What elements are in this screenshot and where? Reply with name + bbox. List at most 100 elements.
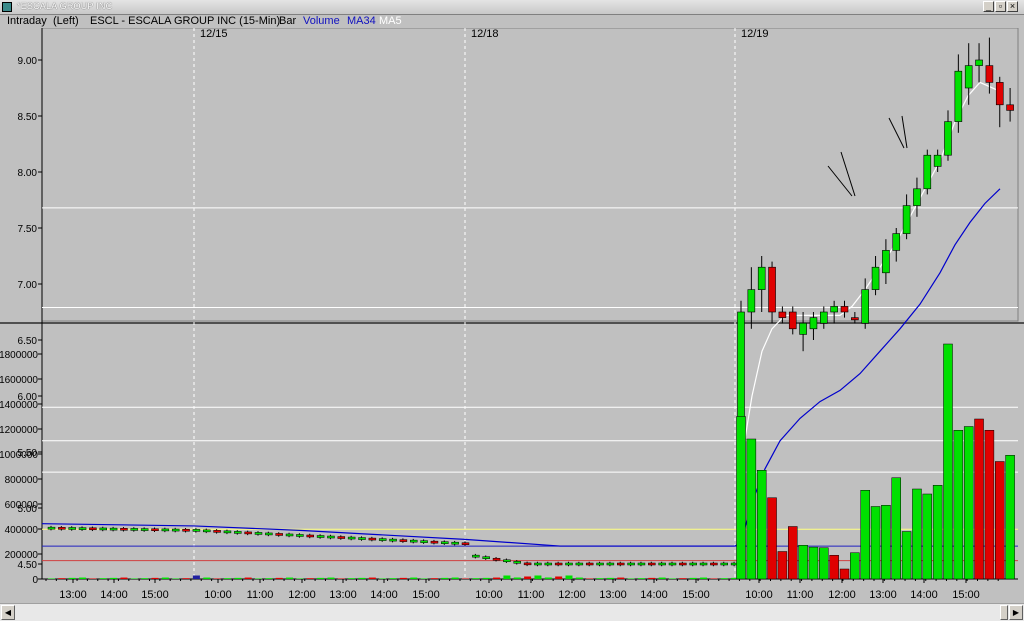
candle-body bbox=[523, 562, 532, 566]
date-label: 12/19 bbox=[741, 28, 769, 40]
scroll-left-arrow-icon[interactable]: ◀ bbox=[1, 605, 15, 620]
volume-bar bbox=[327, 577, 335, 579]
candle-body bbox=[534, 562, 542, 566]
price-tick-label: 6.50 bbox=[18, 336, 38, 347]
volume-bar bbox=[984, 430, 995, 580]
volume-bar bbox=[296, 578, 304, 579]
volume-bar bbox=[995, 461, 1005, 580]
volume-bar bbox=[1005, 455, 1015, 580]
volume-bar bbox=[679, 578, 687, 579]
candle-body bbox=[410, 539, 418, 543]
time-tick-label: 14:00 bbox=[100, 589, 128, 601]
volume-bar bbox=[493, 577, 501, 579]
candle-body bbox=[327, 535, 335, 539]
candles-layer bbox=[47, 37, 1014, 567]
candle-body bbox=[368, 537, 377, 541]
candle-body bbox=[809, 317, 818, 330]
volume-bar bbox=[736, 416, 746, 580]
horizontal-scrollbar[interactable]: ◀ ▶ bbox=[0, 603, 1024, 621]
candle-body bbox=[648, 562, 656, 566]
volume-bar bbox=[348, 578, 356, 579]
volume-bar bbox=[203, 577, 211, 579]
volume-bar bbox=[901, 531, 912, 580]
volume-bar bbox=[922, 493, 933, 580]
volume-bar bbox=[503, 575, 511, 579]
volume-bar bbox=[669, 578, 676, 579]
volume-bar bbox=[58, 578, 66, 579]
annotation-arrow-line bbox=[901, 115, 908, 149]
close-button[interactable]: × bbox=[1007, 1, 1018, 12]
time-tick-label: 14:00 bbox=[640, 589, 668, 601]
volume-bar bbox=[265, 578, 273, 579]
time-tick-label: 12:00 bbox=[558, 589, 586, 601]
price-tick-label: 8.00 bbox=[18, 168, 38, 179]
volume-tick-label: 1800000 bbox=[0, 350, 38, 361]
volume-bar bbox=[788, 526, 798, 580]
time-tick-label: 11:00 bbox=[518, 589, 545, 601]
volume-bar bbox=[317, 577, 325, 579]
ma5-label: MA5 bbox=[379, 15, 402, 27]
volume-bar bbox=[151, 577, 159, 579]
time-tick-label: 12:00 bbox=[828, 589, 856, 601]
volume-bar bbox=[120, 577, 128, 579]
candle-body bbox=[254, 532, 263, 535]
minimize-button[interactable]: _ bbox=[983, 1, 994, 12]
volume-bar bbox=[182, 578, 190, 579]
volume-bar bbox=[777, 551, 788, 580]
time-tick-label: 11:00 bbox=[787, 589, 814, 601]
volume-bar bbox=[808, 546, 819, 580]
volume-bar bbox=[399, 577, 407, 579]
candle-body bbox=[617, 562, 625, 566]
volume-tick-label: 800000 bbox=[5, 475, 39, 486]
candle-body bbox=[513, 561, 521, 564]
candle-body bbox=[378, 538, 387, 541]
candle-body bbox=[861, 289, 870, 324]
volume-bar bbox=[524, 576, 532, 579]
candle-body bbox=[503, 559, 511, 563]
time-tick-label: 15:00 bbox=[682, 589, 710, 601]
volume-tick-label: 1200000 bbox=[0, 425, 38, 436]
time-tick-label: 14:00 bbox=[910, 589, 938, 601]
candle-body bbox=[871, 266, 880, 290]
candle-body bbox=[923, 154, 932, 190]
candle-body bbox=[710, 562, 718, 566]
candle-body bbox=[192, 529, 201, 532]
candle-body bbox=[606, 562, 615, 566]
volume-bar bbox=[575, 577, 583, 579]
candle-body bbox=[565, 562, 573, 566]
volume-bar bbox=[565, 575, 573, 579]
volume-bar bbox=[870, 506, 881, 580]
volume-bar bbox=[48, 578, 55, 579]
candle-body bbox=[544, 562, 553, 566]
scroll-thumb[interactable] bbox=[1000, 605, 1008, 620]
scroll-right-arrow-icon[interactable]: ▶ bbox=[1009, 605, 1023, 620]
candle-body bbox=[451, 541, 459, 545]
time-tick-label: 15:00 bbox=[412, 589, 440, 601]
annotation-arrow-line bbox=[840, 151, 856, 197]
restore-button[interactable]: ▫ bbox=[995, 1, 1006, 12]
candle-body bbox=[482, 556, 490, 559]
volume-tick-label: 1400000 bbox=[0, 400, 38, 411]
candle-body bbox=[954, 70, 963, 122]
volume-bar bbox=[700, 577, 708, 579]
candle-body bbox=[171, 528, 180, 532]
volume-bar bbox=[462, 578, 469, 579]
candle-body bbox=[265, 532, 273, 536]
volume-bar bbox=[255, 578, 262, 579]
candle-body bbox=[213, 530, 221, 533]
volume-bar bbox=[596, 578, 604, 579]
time-tick-label: 14:00 bbox=[370, 589, 398, 601]
candle-body bbox=[892, 233, 901, 251]
time-tick-label: 10:00 bbox=[745, 589, 773, 601]
time-tick-label: 10:00 bbox=[204, 589, 232, 601]
volume-bar bbox=[648, 577, 656, 579]
volume-bar bbox=[720, 578, 728, 579]
time-tick-label: 13:00 bbox=[329, 589, 357, 601]
candle-body bbox=[472, 554, 480, 558]
volume-bar bbox=[79, 577, 87, 579]
volume-bar bbox=[850, 552, 860, 580]
candle-body bbox=[689, 562, 697, 566]
volume-bar bbox=[513, 577, 521, 579]
candle-body bbox=[68, 527, 76, 530]
volume-bar bbox=[130, 578, 138, 579]
